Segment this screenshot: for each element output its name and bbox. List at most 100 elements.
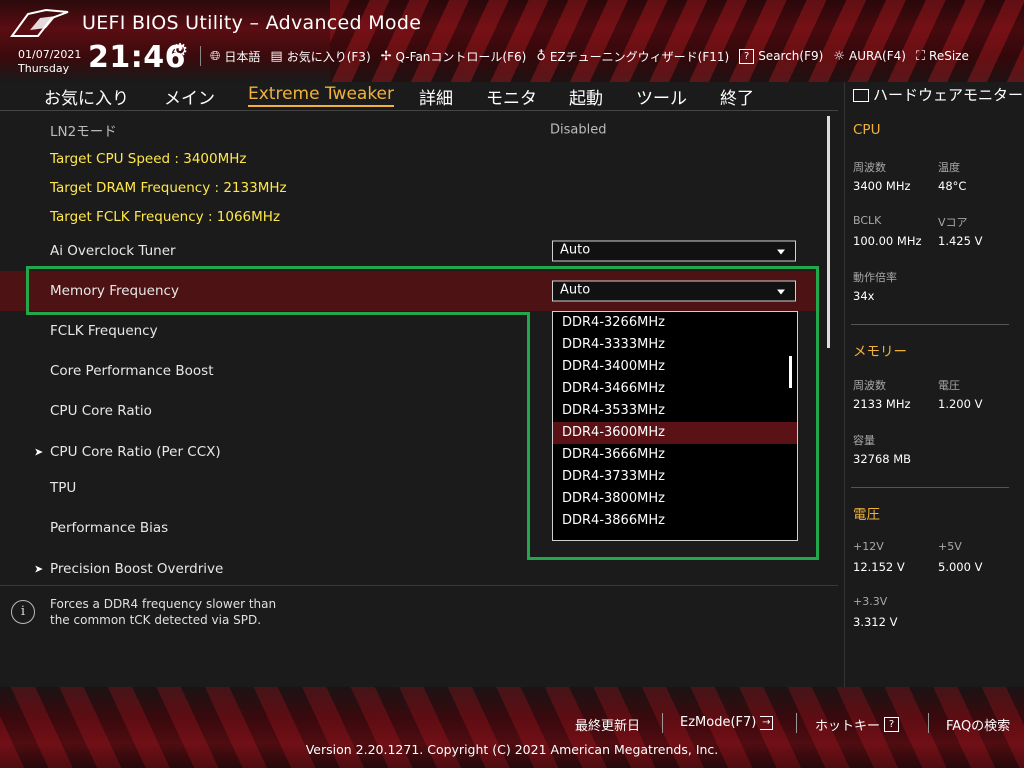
dropdown-scrollbar[interactable] (789, 356, 792, 388)
cpu-temp-label: 温度 (938, 161, 960, 174)
dropdown-option[interactable]: DDR4-3533MHz (553, 400, 797, 422)
monitor-icon (853, 89, 869, 102)
target-fclk-frequency: Target FCLK Frequency : 1066MHz (0, 202, 820, 231)
fclk-label: FCLK Frequency (50, 323, 158, 339)
language-label: 日本語 (224, 49, 261, 64)
mem-cap-label: 容量 (853, 434, 875, 447)
date-text: 01/07/2021 (18, 48, 82, 61)
last-modified-button[interactable]: 最終更新日 (575, 715, 640, 734)
dropdown-option[interactable]: DDR4-3666MHz (553, 444, 797, 466)
faq-label: FAQの検索 (946, 719, 1011, 734)
faq-button[interactable]: FAQの検索 (946, 715, 1010, 734)
resize-icon: ⛶ (915, 48, 926, 64)
setting-memory-frequency[interactable]: Memory Frequency Auto (0, 271, 820, 311)
option-label: DDR4-3733MHz (562, 469, 665, 484)
dropdown-option[interactable]: DDR4-3466MHz (553, 378, 797, 400)
dropdown-option[interactable]: DDR4-3733MHz (553, 466, 797, 488)
target-cpu-speed: Target CPU Speed : 3400MHz (0, 144, 820, 173)
ccr-ccx-label: CPU Core Ratio (Per CCX) (50, 444, 221, 460)
mem-cap-value: 32768 MB (853, 452, 912, 466)
weekday-text: Thursday (18, 62, 70, 75)
tab-advanced[interactable]: 詳細 (419, 84, 453, 109)
ez-tuning-button[interactable]: ♁ EZチューニングウィザード(F11) (531, 48, 734, 65)
option-label: DDR4-3866MHz (562, 513, 665, 528)
aura-button[interactable]: ☼ AURA(F4) (828, 49, 911, 64)
chevron-down-icon (777, 289, 785, 295)
qfan-button[interactable]: ✢ Q-Fanコントロール(F6) (376, 48, 532, 65)
help-line-2: the common tCK detected via SPD. (50, 613, 262, 627)
search-button[interactable]: ? Search(F9) (734, 48, 828, 64)
app-title: UEFI BIOS Utility – Advanced Mode (82, 12, 422, 34)
arrow-right-icon: ➤ (34, 445, 44, 459)
setting-ln2-mode: LN2モード Disabled (0, 112, 820, 148)
language-button[interactable]: 🌐︎ 日本語 (205, 48, 265, 65)
bclk-value: 100.00 MHz (853, 234, 922, 248)
header-toolbar: 🌐︎ 日本語 ▤ お気に入り(F3) ✢ Q-Fanコントロール(F6) ♁ E… (200, 44, 974, 68)
settings-scrollbar[interactable] (827, 116, 830, 348)
ratio-value: 34x (853, 289, 875, 303)
v12-value: 12.152 V (853, 560, 905, 574)
tab-main[interactable]: メイン (164, 84, 215, 109)
dropdown-option[interactable]: DDR4-3333MHz (553, 334, 797, 356)
ezmode-label: EzMode(F7) (680, 715, 757, 730)
v12-label: +12V (853, 540, 884, 553)
target-cpu-text: Target CPU Speed : 3400MHz (50, 150, 247, 167)
v5-value: 5.000 V (938, 560, 983, 574)
memory-frequency-select[interactable]: Auto (552, 280, 796, 302)
dropdown-option-highlighted[interactable]: DDR4-3600MHz (553, 422, 797, 444)
tab-exit[interactable]: 終了 (720, 84, 754, 109)
hardware-monitor-title-text: ハードウェアモニター (873, 86, 1024, 104)
gear-icon[interactable]: ⚙ (172, 40, 188, 61)
perf-bias-label: Performance Bias (50, 520, 169, 536)
footer-bar: 最終更新日 EzMode(F7) → ホットキー ? FAQの検索 Versio… (0, 687, 1024, 768)
resize-button[interactable]: ⛶ ReSize (911, 49, 974, 64)
aura-label: AURA(F4) (848, 49, 906, 63)
dropdown-option[interactable]: DDR4-3800MHz (553, 488, 797, 510)
option-label: DDR4-3666MHz (562, 447, 665, 462)
hotkeys-button[interactable]: ホットキー ? (815, 715, 900, 734)
setting-ai-overclock-tuner[interactable]: Ai Overclock Tuner Auto (0, 231, 820, 271)
memory-frequency-dropdown[interactable]: DDR4-3266MHz DDR4-3333MHz DDR4-3400MHz D… (552, 311, 798, 541)
memory-frequency-value: Auto (560, 282, 591, 298)
fan-icon: ✢ (380, 48, 392, 64)
target-dram-text: Target DRAM Frequency : 2133MHz (50, 179, 287, 196)
tab-tool[interactable]: ツール (636, 84, 687, 109)
arrow-right-icon: ➤ (34, 562, 44, 576)
ai-tuner-select[interactable]: Auto (552, 240, 796, 262)
help-panel: i Forces a DDR4 frequency slower than th… (0, 585, 838, 688)
option-label: DDR4-3466MHz (562, 381, 665, 396)
option-label: DDR4-3533MHz (562, 403, 665, 418)
help-line-1: Forces a DDR4 frequency slower than (50, 597, 277, 611)
hardware-monitor-panel: ハードウェアモニター CPU 周波数 温度 3400 MHz 48°C BCLK… (844, 82, 1024, 687)
dropdown-option[interactable]: DDR4-3866MHz (553, 510, 797, 532)
footer-divider (796, 713, 797, 733)
submenu-precision-boost-overdrive[interactable]: ➤ Precision Boost Overdrive (0, 549, 820, 577)
dropdown-option[interactable]: DDR4-3266MHz (553, 312, 797, 334)
v33-label: +3.3V (853, 595, 888, 608)
globe-icon: 🌐︎ (210, 48, 221, 64)
favorites-button[interactable]: ▤ お気に入り(F3) (265, 48, 375, 65)
help-text: Forces a DDR4 frequency slower than the … (50, 596, 276, 628)
tab-favorites[interactable]: お気に入り (44, 84, 129, 109)
mem-freq-label: 周波数 (853, 379, 886, 392)
target-dram-frequency: Target DRAM Frequency : 2133MHz (0, 173, 820, 202)
dropdown-option[interactable]: DDR4-3400MHz (553, 356, 797, 378)
main-tabs: お気に入り メイン Extreme Tweaker 詳細 モニタ 起動 ツール … (0, 82, 838, 111)
tab-monitor[interactable]: モニタ (486, 84, 537, 109)
help-box-icon: ? (739, 48, 755, 64)
cpu-freq-label: 周波数 (853, 161, 886, 174)
ez-tuning-label: EZチューニングウィザード(F11) (549, 49, 730, 64)
tab-extreme-tweaker[interactable]: Extreme Tweaker (248, 84, 395, 107)
ratio-label: 動作倍率 (853, 271, 897, 284)
memory-section-title: メモリー (853, 344, 907, 360)
aura-icon: ☼ (833, 48, 845, 64)
bclk-label: BCLK (853, 214, 882, 227)
sidebar-divider (851, 487, 1009, 488)
header-bar: UEFI BIOS Utility – Advanced Mode 01/07/… (0, 0, 1024, 82)
ezmode-button[interactable]: EzMode(F7) → (680, 715, 774, 730)
cpb-label: Core Performance Boost (50, 363, 214, 379)
copyright-text: Version 2.20.1271. Copyright (C) 2021 Am… (305, 742, 719, 757)
sidebar-divider (851, 324, 1009, 325)
tab-boot[interactable]: 起動 (569, 84, 603, 109)
last-modified-label: 最終更新日 (575, 719, 641, 734)
